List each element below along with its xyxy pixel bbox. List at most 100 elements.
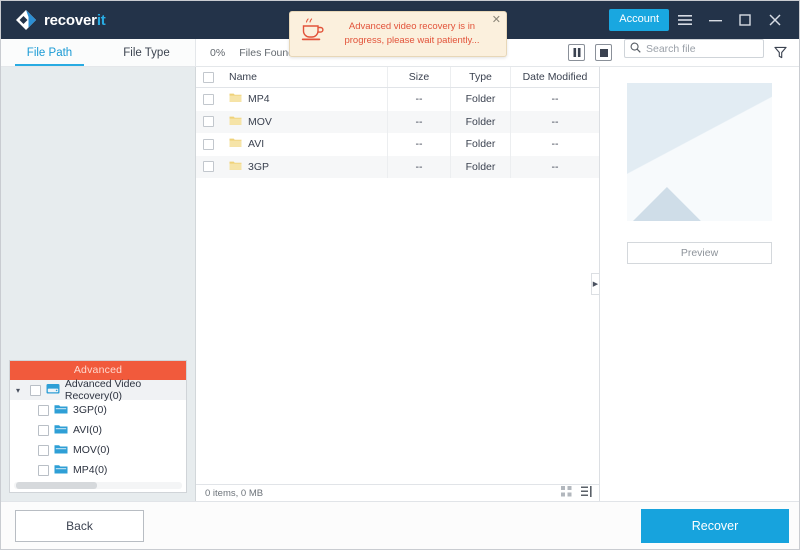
notification-close-icon[interactable]: ✕ [492, 15, 501, 26]
tree-item-label: 3GP(0) [73, 404, 107, 416]
list-view-icon[interactable] [581, 486, 593, 500]
view-mode-controls [561, 486, 593, 500]
row-checkbox[interactable] [202, 93, 214, 105]
row-select-cell[interactable] [196, 161, 220, 173]
row-select-cell[interactable] [196, 93, 220, 105]
file-list-statusbar: 0 items, 0 MB [196, 484, 599, 501]
row-date-cell: -- [551, 93, 559, 106]
account-button[interactable]: Account [609, 9, 669, 31]
row-date-cell: -- [551, 138, 559, 151]
tree-item-checkbox[interactable] [38, 464, 49, 476]
select-all-checkbox[interactable] [202, 71, 214, 83]
tree-horizontal-scrollbar[interactable] [14, 482, 182, 489]
row-size-cell: -- [388, 155, 451, 178]
item-count-status: 0 items, 0 MB [205, 487, 264, 499]
file-name-wrap: AVI [229, 137, 264, 151]
row-type-cell: Folder [451, 88, 511, 111]
row-size-cell: -- [388, 133, 451, 156]
search-icon [630, 40, 641, 58]
advanced-recovery-tree: Advanced ▾ Advanced Video Recovery(0) 3G… [9, 360, 187, 493]
search-file-box[interactable] [624, 39, 781, 58]
notification-message: Advanced video recovery is in progress, … [344, 20, 480, 46]
search-input[interactable] [646, 42, 781, 55]
tab-file-path[interactable]: File Path [1, 39, 98, 66]
tree-item-mov[interactable]: MOV(0) [10, 440, 186, 460]
row-name-cell: MP4 [220, 88, 388, 111]
row-size-cell: -- [388, 88, 451, 111]
file-name-wrap: MOV [229, 115, 272, 129]
tree-item-label: AVI(0) [73, 424, 102, 436]
tree-item-avi[interactable]: AVI(0) [10, 420, 186, 440]
filter-icon[interactable] [764, 39, 799, 66]
tree-item-checkbox[interactable] [38, 404, 49, 416]
table-row[interactable]: 3GP -- Folder -- [196, 155, 599, 178]
row-date-cell: -- [551, 115, 559, 128]
pause-button[interactable] [568, 44, 585, 61]
preview-panel: Preview [600, 67, 799, 501]
tree-item-label: MP4(0) [73, 464, 108, 476]
recoverit-window: recoverit Account File Path File Type 0%… [0, 0, 800, 550]
row-size-cell: -- [388, 110, 451, 133]
row-name-text: MOV [248, 115, 272, 128]
table-row[interactable]: MOV -- Folder -- [196, 110, 599, 133]
row-checkbox[interactable] [202, 138, 214, 150]
tree-item-mp4[interactable]: MP4(0) [10, 460, 186, 480]
row-name-text: 3GP [248, 160, 270, 173]
table-row[interactable]: AVI -- Folder -- [196, 133, 599, 156]
column-header-name[interactable]: Name [220, 67, 388, 87]
minimize-icon[interactable] [701, 7, 729, 33]
notification-toast: Advanced video recovery is in progress, … [289, 11, 507, 57]
row-select-cell[interactable] [196, 116, 220, 128]
tab-file-type[interactable]: File Type [98, 39, 195, 66]
recover-button[interactable]: Recover [641, 508, 789, 543]
tree-root-checkbox[interactable] [29, 384, 41, 396]
row-type-cell: Folder [451, 110, 511, 133]
coffee-cup-icon [300, 18, 326, 49]
stop-button[interactable] [595, 44, 612, 61]
tree-root-advanced-video-recovery[interactable]: ▾ Advanced Video Recovery(0) [10, 378, 186, 402]
tree-item-checkbox[interactable] [38, 444, 49, 456]
scan-controls [568, 39, 624, 66]
row-type-cell: Folder [451, 155, 511, 178]
tree-item-checkbox[interactable] [38, 424, 49, 436]
column-header-date-modified[interactable]: Date Modified [511, 67, 599, 87]
folder-icon [229, 92, 242, 106]
preview-button[interactable]: Preview [627, 242, 772, 264]
table-header: Name Size Type Date Modified [196, 67, 599, 88]
tree-scrollbar-thumb[interactable] [16, 482, 97, 489]
column-header-size[interactable]: Size [388, 67, 451, 87]
file-name-wrap: 3GP [229, 160, 269, 174]
chevron-down-icon[interactable]: ▾ [16, 386, 25, 395]
tree-rows: ▾ Advanced Video Recovery(0) 3GP(0) AVI(… [10, 378, 186, 482]
progress-percent: 0% [210, 46, 226, 59]
table-row[interactable]: MP4 -- Folder -- [196, 88, 599, 111]
folder-icon [54, 423, 68, 438]
panel-collapse-arrow-icon[interactable]: ▶ [591, 273, 600, 295]
maximize-icon[interactable] [731, 7, 759, 33]
folder-icon [229, 137, 242, 151]
sidebar-empty-area [1, 67, 195, 360]
row-checkbox[interactable] [202, 116, 214, 128]
close-icon[interactable] [761, 7, 789, 33]
brand-main: recover [44, 11, 97, 29]
column-header-type[interactable]: Type [451, 67, 511, 87]
brand-accent: it [96, 11, 106, 29]
row-name-cell: 3GP [220, 155, 388, 178]
folder-icon [54, 403, 68, 418]
row-name-cell: MOV [220, 110, 388, 133]
folder-icon [229, 160, 242, 174]
grid-view-icon[interactable] [561, 486, 572, 500]
row-select-cell[interactable] [196, 138, 220, 150]
folder-icon [54, 443, 68, 458]
select-all-cell[interactable] [196, 71, 220, 83]
file-name-wrap: MP4 [229, 92, 270, 106]
file-list-panel: Name Size Type Date Modified MP4 -- Fold… [196, 67, 600, 501]
back-button[interactable]: Back [15, 509, 144, 542]
row-name-text: AVI [248, 138, 265, 151]
row-checkbox[interactable] [202, 161, 214, 173]
app-logo: recoverit [15, 9, 106, 31]
row-date-cell: -- [551, 160, 559, 173]
tree-item-3gp[interactable]: 3GP(0) [10, 400, 186, 420]
menu-icon[interactable] [671, 7, 699, 33]
drive-icon [46, 383, 60, 398]
